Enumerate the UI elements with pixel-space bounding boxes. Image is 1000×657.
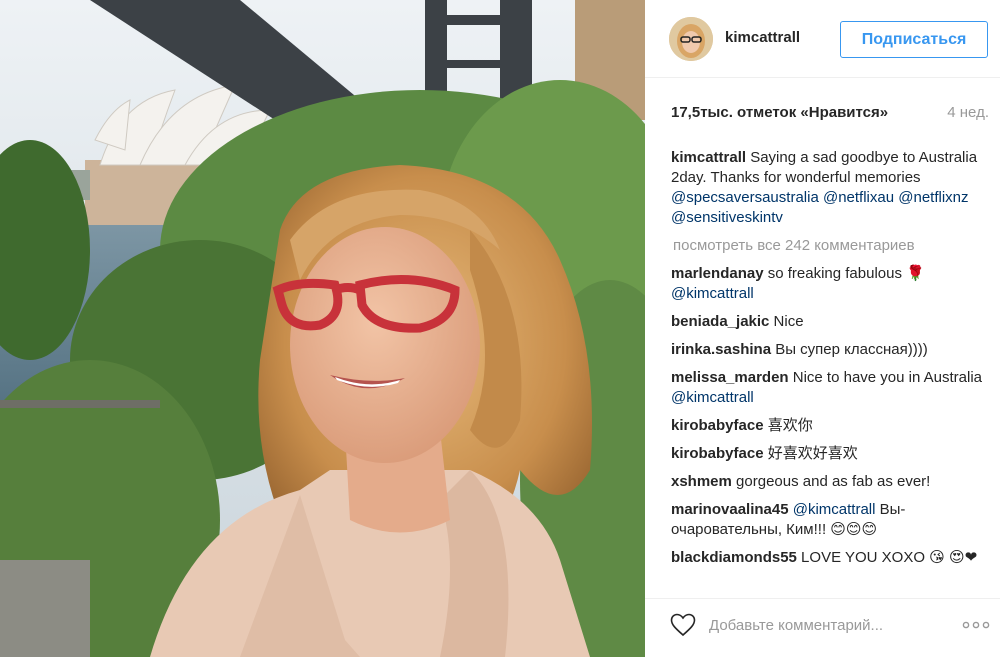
comment-text: Nice [769,313,804,330]
post-age[interactable]: 4 нед. [947,104,989,121]
more-options-icon[interactable] [961,615,991,635]
comment-username[interactable]: beniada_jakic [671,313,769,330]
username-link[interactable]: kimcattrall [725,29,800,46]
comment-username[interactable]: melissa_marden [671,369,789,386]
comment-text: LOVE YOU XOXO 😘 😍❤ [796,549,978,566]
comments-list: kimcattrall Saying a sad goodbye to Aust… [671,148,991,588]
comment: marinovaalina45 @kimcattrall Вы-очароват… [671,500,991,540]
comment-username[interactable]: marlendanay [671,265,764,282]
comment-username[interactable]: xshmem [671,473,732,490]
likes-row: 17,5тыс. отметок «Нравится» 4 нед. [671,104,989,128]
comment-username[interactable]: kirobabyface [671,417,764,434]
comment: kirobabyface 好喜欢好喜欢 [671,444,991,464]
post-photo[interactable] [0,0,645,657]
mention-link[interactable]: @netflixau [823,189,894,206]
mention-link[interactable]: @netflixnz [898,189,968,206]
comment: melissa_marden Nice to have you in Austr… [671,368,991,408]
comment-username[interactable]: kirobabyface [671,445,764,462]
avatar[interactable] [669,17,713,61]
comment-text: Вы супер классная)))) [771,341,928,358]
comment-username[interactable]: irinka.sashina [671,341,771,358]
comment: kirobabyface 喜欢你 [671,416,991,436]
likes-count[interactable]: 17,5тыс. отметок «Нравится» [671,104,888,121]
add-comment-input[interactable] [707,611,921,639]
selfie-image [0,0,645,657]
mention-link[interactable]: @kimcattrall [671,285,754,302]
heart-outline-icon[interactable] [670,613,696,637]
comment-text: 喜欢你 [763,417,813,434]
view-all-comments-link[interactable]: посмотреть все 242 комментариев [673,236,991,256]
comment-text: so freaking fabulous 🌹 [763,265,925,282]
mention-link[interactable]: @kimcattrall [671,389,754,406]
comment-username[interactable]: blackdiamonds55 [671,549,797,566]
post-side-panel: kimcattrall Подписаться 17,5тыс. отметок… [645,0,1000,657]
comment: marlendanay so freaking fabulous 🌹 @kimca… [671,264,991,304]
mention-link[interactable]: @kimcattrall [793,501,876,518]
mention-link[interactable]: @specsaversaustralia [671,189,819,206]
mention-link[interactable]: @sensitiveskintv [671,209,783,226]
comment-username[interactable]: marinovaalina45 [671,501,789,518]
instagram-post-modal: kimcattrall Подписаться 17,5тыс. отметок… [0,0,1000,657]
post-header: kimcattrall Подписаться [645,0,1000,78]
caption-username[interactable]: kimcattrall [671,149,746,166]
comment-footer [645,598,1000,657]
comment-text: Nice to have you in Australia [788,369,983,386]
comment: irinka.sashina Вы супер классная)))) [671,340,991,360]
caption: kimcattrall Saying a sad goodbye to Aust… [671,148,991,228]
comment: xshmem gorgeous and as fab as ever! [671,472,991,492]
comment-text: 好喜欢好喜欢 [763,445,858,462]
comment: beniada_jakic Nice [671,312,991,332]
comment-text: gorgeous and as fab as ever! [731,473,931,490]
avatar-image [669,17,713,61]
follow-button[interactable]: Подписаться [840,21,988,58]
comment: blackdiamonds55 LOVE YOU XOXO 😘 😍❤ [671,548,991,568]
